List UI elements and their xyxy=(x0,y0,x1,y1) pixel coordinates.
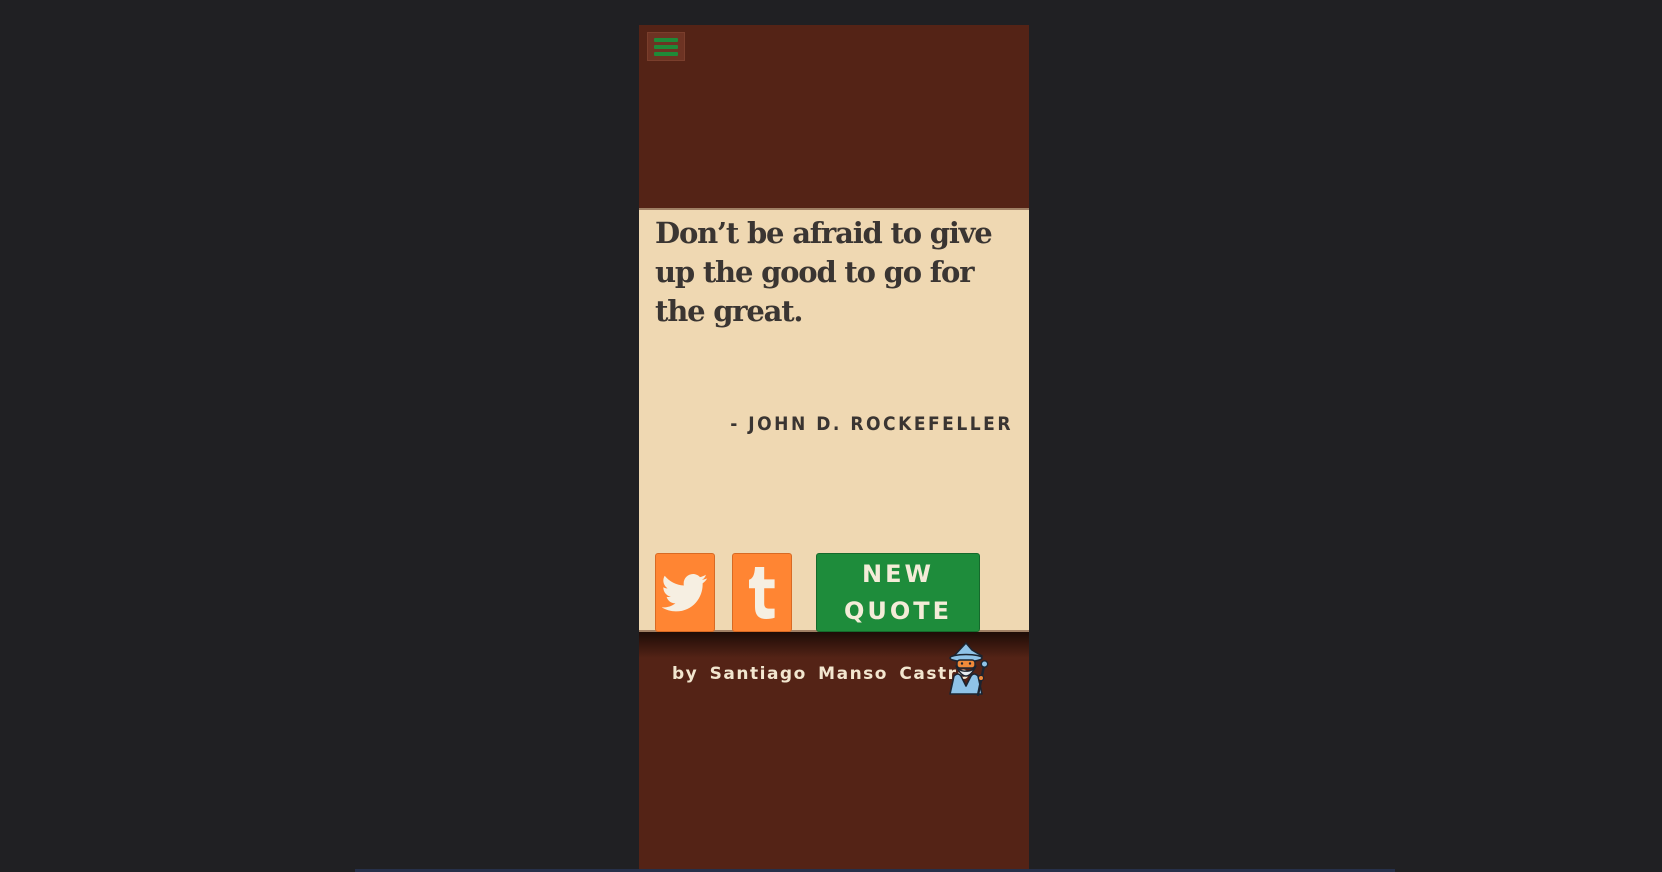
quote-card: Don’t be afraid to give up the good to g… xyxy=(639,208,1029,632)
tweet-quote-button[interactable] xyxy=(655,553,715,632)
new-quote-button[interactable]: NEW QUOTE xyxy=(816,553,980,632)
wizard-icon xyxy=(949,642,989,696)
menu-button[interactable] xyxy=(647,32,685,61)
hamburger-bar xyxy=(654,51,678,56)
tumblr-icon xyxy=(749,566,775,619)
author-credit: by Santiago Manso Castro xyxy=(672,664,971,684)
twitter-icon xyxy=(662,573,708,611)
quote-text: Don’t be afraid to give up the good to g… xyxy=(655,216,993,328)
quote-machine-app: Don’t be afraid to give up the good to g… xyxy=(639,25,1029,870)
quote-author: - JOHN D. ROCKEFELLER xyxy=(730,413,1013,435)
post-to-tumblr-button[interactable] xyxy=(732,553,792,632)
hamburger-bar xyxy=(654,44,678,49)
hamburger-menu-icon xyxy=(654,37,678,42)
